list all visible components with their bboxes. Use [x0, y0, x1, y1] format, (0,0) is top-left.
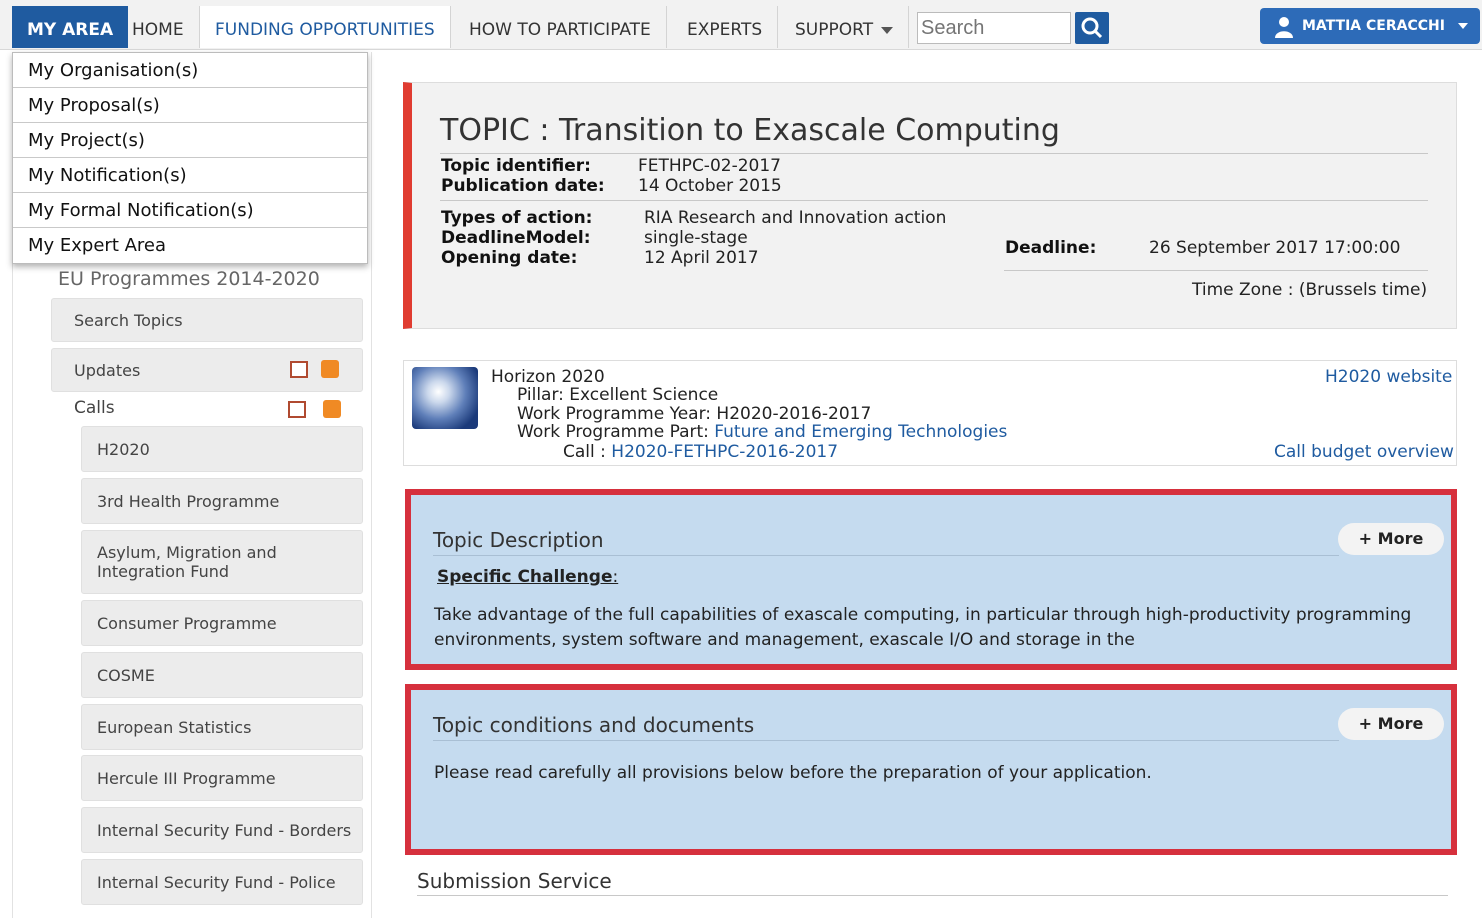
divider: [1004, 270, 1428, 271]
call-link[interactable]: H2020-FETHPC-2016-2017: [611, 442, 838, 462]
divider: [433, 740, 1339, 741]
sidebar-item-statistics[interactable]: European Statistics: [81, 704, 363, 750]
topic-title: TOPIC : Transition to Exascale Computing: [440, 113, 1060, 148]
deadline-label: Deadline:: [1005, 238, 1097, 258]
nav-support-label: SUPPORT: [795, 20, 874, 40]
user-name: MATTIA CERACCHI: [1302, 18, 1445, 34]
nav-experts[interactable]: EXPERTS: [672, 6, 779, 48]
menu-item-formal-notifications[interactable]: My Formal Notification(s): [13, 193, 367, 228]
sidebar-item-cosme[interactable]: COSME: [81, 652, 363, 698]
sidebar-item-isf-borders[interactable]: Internal Security Fund - Borders: [81, 807, 363, 853]
specific-challenge-text: Take advantage of the full capabilities …: [434, 605, 1412, 650]
menu-item-expert-area[interactable]: My Expert Area: [13, 228, 367, 263]
submission-service-heading: Submission Service: [417, 869, 612, 893]
call-budget-link[interactable]: Call budget overview: [1274, 442, 1454, 462]
nav-funding-opportunities[interactable]: FUNDING OPPORTUNITIES: [199, 6, 451, 48]
rss-icon[interactable]: [323, 400, 341, 418]
programme-name: Horizon 2020: [491, 367, 605, 387]
divider: [417, 895, 1448, 896]
sidebar-title: EU Programmes 2014-2020: [58, 268, 320, 290]
search-button[interactable]: [1075, 12, 1109, 44]
call-row: Call : H2020-FETHPC-2016-2017: [563, 442, 838, 462]
types-of-action-label: Types of action:: [441, 208, 593, 228]
work-programme-part-label: Work Programme Part:: [517, 422, 709, 442]
nav-my-area[interactable]: MY AREA: [12, 6, 129, 48]
topic-identifier: FETHPC-02-2017: [638, 156, 781, 176]
work-programme-year: Work Programme Year: H2020-2016-2017: [517, 404, 872, 424]
topic-description-heading: Topic Description: [433, 528, 604, 552]
opening-date-label: Opening date:: [441, 248, 578, 268]
sidebar-item-isf-police[interactable]: Internal Security Fund - Police: [81, 859, 363, 905]
topic-conditions-heading: Topic conditions and documents: [433, 713, 755, 737]
conditions-text: Please read carefully all provisions bel…: [434, 763, 1152, 783]
sidebar-item-h2020[interactable]: H2020: [81, 426, 363, 472]
menu-item-organisations[interactable]: My Organisation(s): [13, 53, 367, 88]
sidebar-item-consumer[interactable]: Consumer Programme: [81, 600, 363, 646]
nav-home[interactable]: HOME: [117, 6, 200, 48]
specific-challenge-heading: Specific Challenge:: [437, 567, 619, 587]
deadline-model: single-stage: [644, 228, 748, 248]
sidebar-updates-label: Updates: [74, 361, 141, 380]
chevron-down-icon: [1458, 23, 1468, 29]
description-more-button[interactable]: + More: [1338, 523, 1444, 555]
user-menu-button[interactable]: MATTIA CERACCHI: [1260, 8, 1480, 44]
sidebar-item-hercule[interactable]: Hercule III Programme: [81, 755, 363, 801]
work-programme-part-link[interactable]: Future and Emerging Technologies: [714, 422, 1007, 442]
menu-item-projects[interactable]: My Project(s): [13, 123, 367, 158]
divider: [440, 153, 1428, 154]
sidebar-search-topics[interactable]: Search Topics: [51, 298, 363, 342]
types-of-action: RIA Research and Innovation action: [644, 208, 947, 228]
opening-date: 12 April 2017: [644, 248, 759, 268]
deadline-model-label: DeadlineModel:: [441, 228, 591, 248]
divider: [440, 200, 1428, 201]
sidebar-item-asylum[interactable]: Asylum, Migration and Integration Fund: [81, 530, 363, 594]
call-label: Call :: [563, 442, 606, 462]
chevron-down-icon: [881, 26, 894, 34]
search-icon: [1081, 17, 1103, 39]
programme-pillar: Pillar: Excellent Science: [517, 385, 719, 405]
topic-identifier-label: Topic identifier:: [441, 156, 591, 176]
h2020-logo: [412, 367, 478, 429]
top-navigation: MY AREA HOME FUNDING OPPORTUNITIES HOW T…: [0, 0, 1482, 50]
nav-how-to-participate[interactable]: HOW TO PARTICIPATE: [454, 6, 667, 48]
deadline-value: 26 September 2017 17:00:00: [1149, 238, 1401, 258]
divider: [433, 555, 1339, 556]
sidebar-item-health[interactable]: 3rd Health Programme: [81, 478, 363, 524]
sidebar-updates[interactable]: Updates: [51, 348, 363, 392]
h2020-website-link[interactable]: H2020 website: [1325, 367, 1452, 387]
calendar-icon[interactable]: [288, 401, 306, 418]
menu-item-notifications[interactable]: My Notification(s): [13, 158, 367, 193]
time-zone: Time Zone : (Brussels time): [1192, 280, 1428, 300]
work-programme-part: Work Programme Part: Future and Emerging…: [517, 422, 1007, 442]
nav-support[interactable]: SUPPORT: [780, 6, 910, 48]
specific-challenge-label: Specific Challenge: [437, 567, 613, 587]
menu-item-proposals[interactable]: My Proposal(s): [13, 88, 367, 123]
rss-icon[interactable]: [321, 360, 339, 378]
conditions-more-button[interactable]: + More: [1338, 708, 1444, 740]
search-input[interactable]: [917, 12, 1071, 44]
sidebar-calls[interactable]: Calls: [74, 398, 115, 418]
calendar-icon[interactable]: [290, 361, 308, 378]
publication-date: 14 October 2015: [638, 176, 782, 196]
publication-date-label: Publication date:: [441, 176, 605, 196]
user-icon: [1275, 17, 1293, 38]
my-area-dropdown: My Organisation(s) My Proposal(s) My Pro…: [12, 52, 368, 264]
